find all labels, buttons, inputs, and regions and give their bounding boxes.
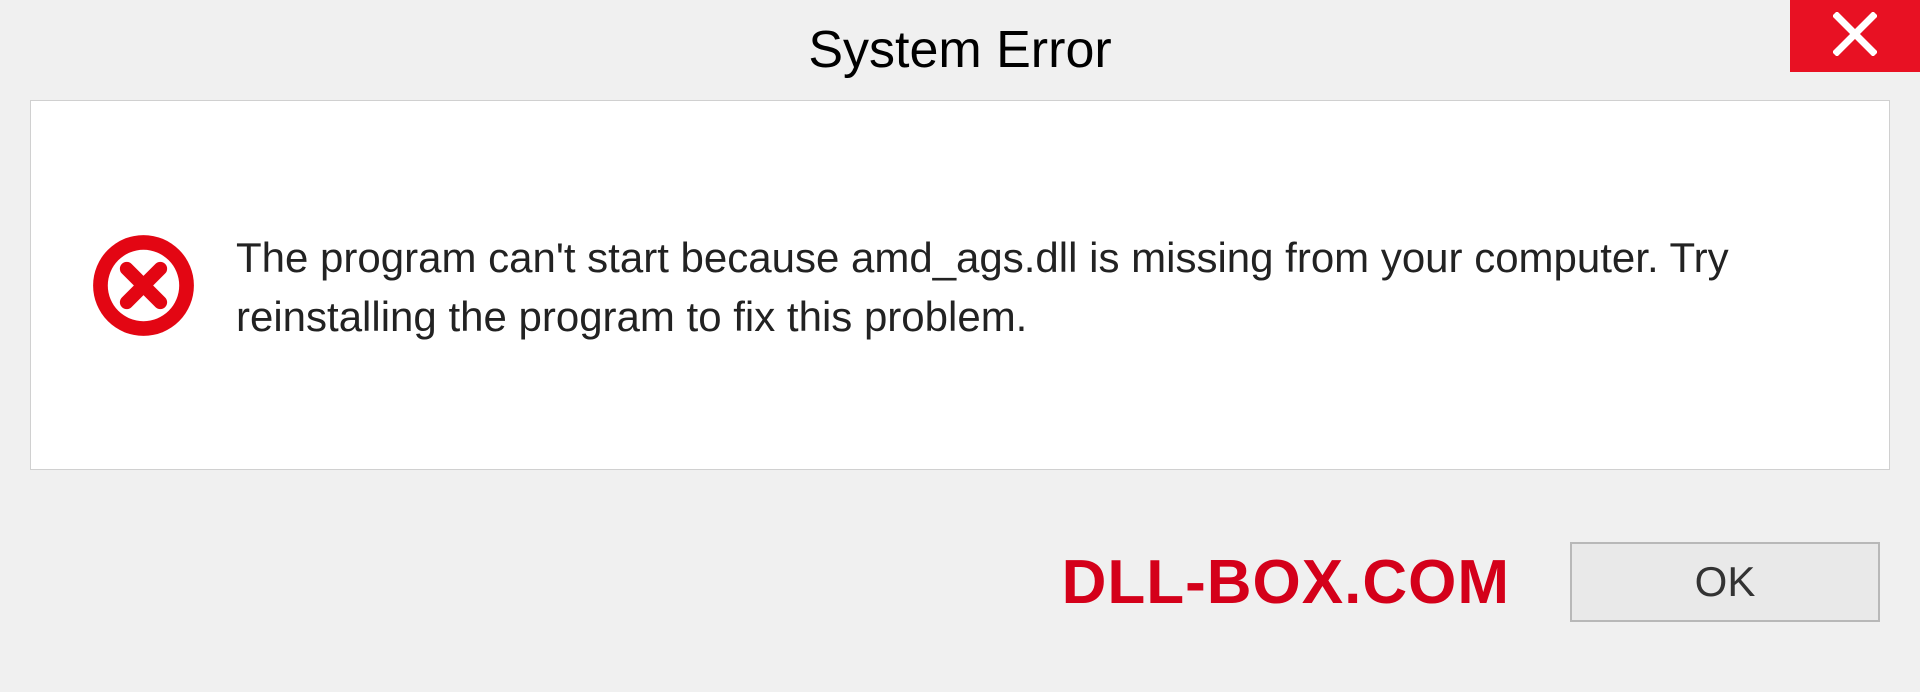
title-bar: System Error — [0, 0, 1920, 100]
close-icon — [1833, 12, 1877, 61]
error-icon — [91, 233, 196, 338]
dialog-footer: DLL-BOX.COM OK — [0, 512, 1920, 692]
ok-button[interactable]: OK — [1570, 542, 1880, 622]
watermark-text: DLL-BOX.COM — [1062, 547, 1510, 618]
close-button[interactable] — [1790, 0, 1920, 72]
dialog-title: System Error — [808, 20, 1111, 80]
error-message: The program can't start because amd_ags.… — [236, 223, 1829, 347]
content-panel: The program can't start because amd_ags.… — [30, 100, 1890, 470]
